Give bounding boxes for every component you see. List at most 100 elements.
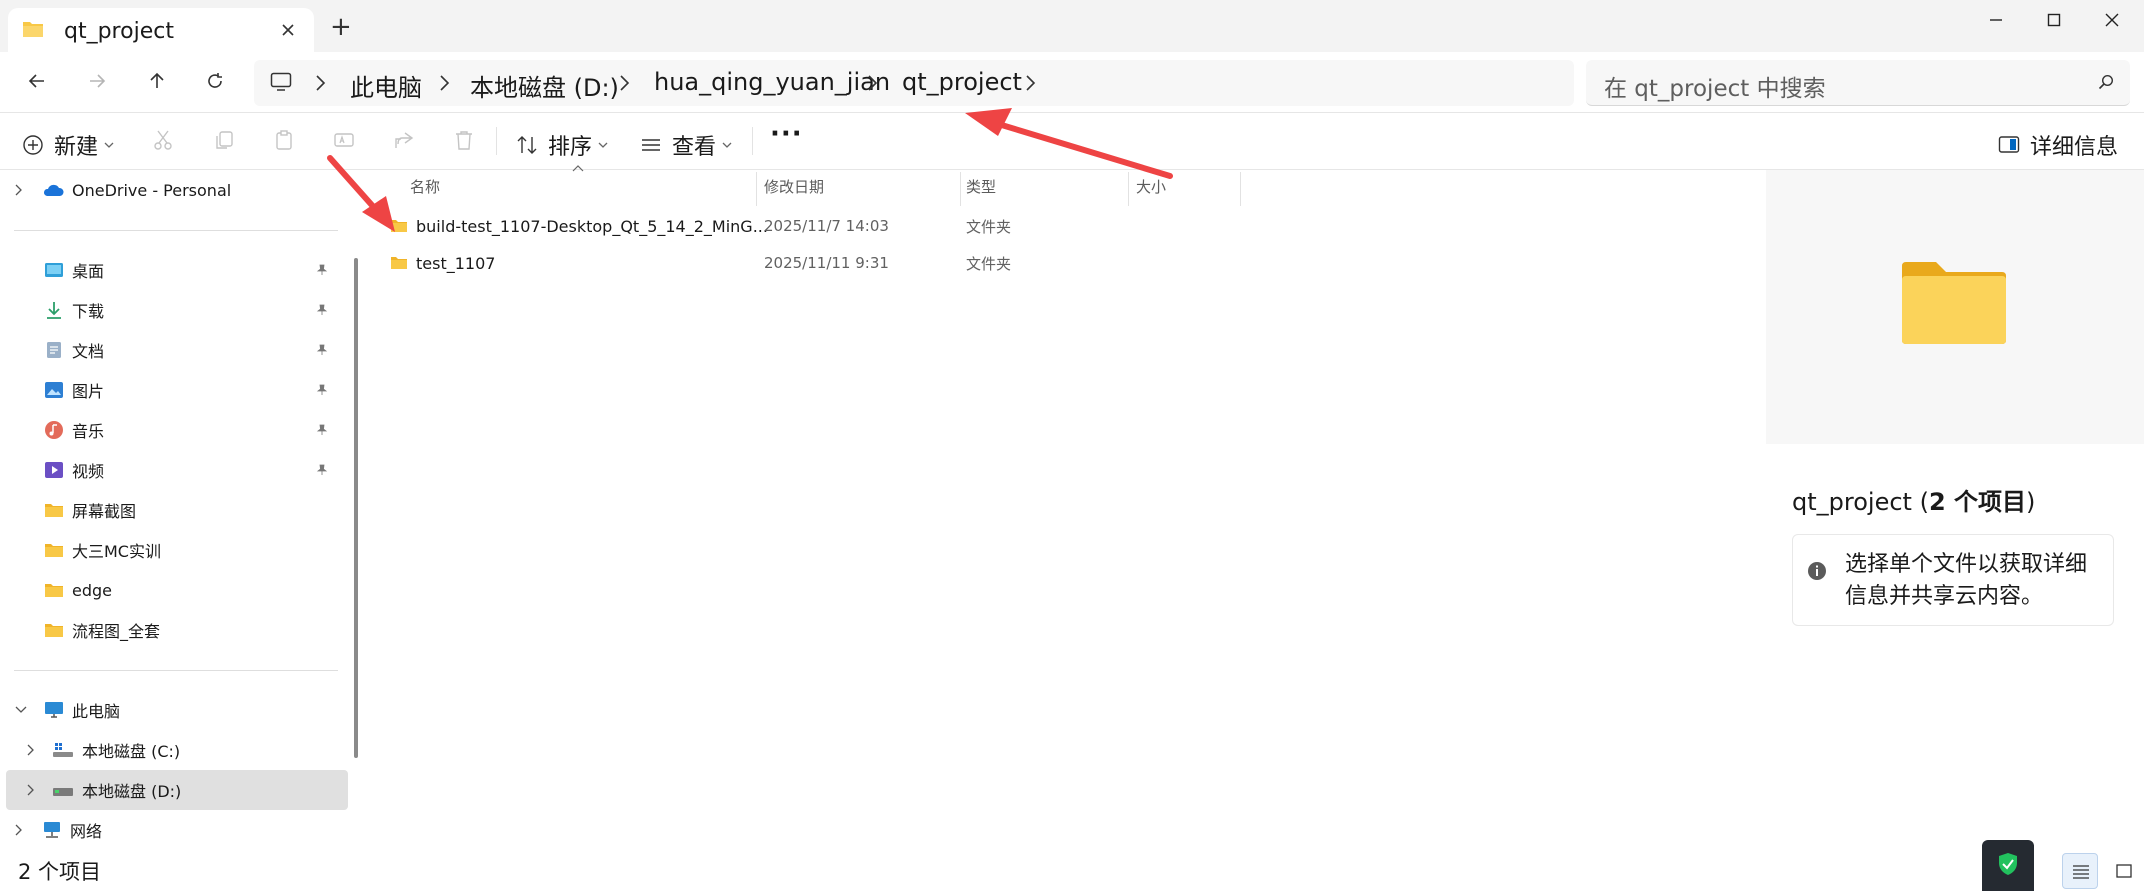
sidebar-item-pictures[interactable]: 图片 xyxy=(44,372,344,408)
sidebar-item-mc-training[interactable]: 大三MC实训 xyxy=(44,532,161,568)
details-pane-button[interactable]: 详细信息 xyxy=(1998,129,2118,161)
file-modified: 2025/11/11 9:31 xyxy=(764,254,889,272)
music-icon xyxy=(44,420,64,440)
paste-icon[interactable] xyxy=(273,129,295,151)
file-list: 名称 修改日期 类型 大小 build-test_1107-Desktop_Qt… xyxy=(370,165,1766,850)
address-bar[interactable]: 此电脑 本地磁盘 (D:) hua_qing_yuan_jian qt_proj… xyxy=(254,60,1574,106)
file-name: test_1107 xyxy=(416,253,496,273)
tab-qt-project[interactable]: qt_project xyxy=(8,8,314,52)
list-view-icon xyxy=(2072,864,2090,880)
column-header-modified[interactable]: 修改日期 xyxy=(764,176,824,197)
details-label: 详细信息 xyxy=(2030,135,2119,160)
sidebar-item-network[interactable]: 网络 xyxy=(14,812,102,848)
sort-icon xyxy=(516,134,540,156)
forward-button[interactable] xyxy=(72,56,122,106)
pin-icon[interactable] xyxy=(316,304,328,316)
pin-icon[interactable] xyxy=(316,344,328,356)
view-button[interactable]: 查看 xyxy=(640,129,732,161)
rename-icon[interactable] xyxy=(333,129,355,151)
close-tab-icon[interactable] xyxy=(280,22,296,38)
breadcrumb-this-pc[interactable]: 此电脑 xyxy=(350,68,422,103)
command-bar: 新建 排序 查看 ··· 详细信息 xyxy=(0,112,2144,170)
shield-check-icon xyxy=(1997,852,2019,876)
chevron-right-icon[interactable] xyxy=(14,823,24,837)
sidebar-scrollbar[interactable] xyxy=(354,258,358,758)
back-button[interactable] xyxy=(12,56,62,106)
sidebar-item-onedrive[interactable]: OneDrive - Personal xyxy=(14,172,231,208)
table-row[interactable]: test_1107 2025/11/11 9:31 文件夹 xyxy=(390,247,1590,279)
sidebar-item-screenshots[interactable]: 屏幕截图 xyxy=(44,492,136,528)
monitor-icon xyxy=(270,72,292,92)
cut-icon[interactable] xyxy=(152,129,174,151)
pin-icon[interactable] xyxy=(316,384,328,396)
close-window-button[interactable] xyxy=(2082,0,2142,40)
preview-area xyxy=(1766,170,2144,444)
sidebar-item-label: edge xyxy=(72,580,112,600)
back-arrow-icon xyxy=(27,71,47,91)
chevron-right-icon[interactable] xyxy=(438,74,450,92)
column-divider[interactable] xyxy=(756,172,757,206)
picture-icon xyxy=(44,381,64,399)
details-view-button[interactable] xyxy=(2062,853,2098,889)
sidebar-item-drive-c[interactable]: 本地磁盘 (C:) xyxy=(26,732,180,768)
chevron-right-icon[interactable] xyxy=(314,74,326,92)
sidebar-item-edge[interactable]: edge xyxy=(44,572,112,608)
column-header-size[interactable]: 大小 xyxy=(1136,176,1166,197)
column-header-type[interactable]: 类型 xyxy=(966,176,996,197)
chevron-right-icon[interactable] xyxy=(618,74,630,92)
refresh-button[interactable] xyxy=(190,56,240,106)
file-type: 文件夹 xyxy=(966,254,1012,273)
minimize-button[interactable] xyxy=(1966,0,2026,40)
folder-icon xyxy=(390,219,408,233)
delete-icon[interactable] xyxy=(453,129,475,151)
column-header-name[interactable]: 名称 xyxy=(410,176,440,197)
column-divider[interactable] xyxy=(960,172,961,206)
security-tray-button[interactable] xyxy=(1982,840,2034,891)
info-text: 选择单个文件以获取详细信息并共享云内容。 xyxy=(1845,552,2088,609)
chevron-right-icon[interactable] xyxy=(1024,74,1036,92)
large-icons-view-button[interactable] xyxy=(2106,853,2142,889)
chevron-right-icon[interactable] xyxy=(26,743,36,757)
copy-icon[interactable] xyxy=(213,129,235,151)
file-type: 文件夹 xyxy=(966,217,1012,236)
details-pane-icon xyxy=(1998,135,2020,155)
more-options-button[interactable]: ··· xyxy=(770,119,803,149)
pin-icon[interactable] xyxy=(316,264,328,276)
download-icon xyxy=(44,301,64,319)
file-modified: 2025/11/7 14:03 xyxy=(764,217,889,235)
sort-button[interactable]: 排序 xyxy=(516,129,608,161)
up-button[interactable] xyxy=(132,56,182,106)
share-icon[interactable] xyxy=(393,129,415,151)
breadcrumb-qt-project[interactable]: qt_project xyxy=(902,68,1022,96)
sidebar-item-videos[interactable]: 视频 xyxy=(44,452,344,488)
breadcrumb-drive-d[interactable]: 本地磁盘 (D:) xyxy=(470,68,619,103)
sidebar-item-label: 流程图_全套 xyxy=(72,622,161,641)
sidebar-item-drive-d[interactable]: 本地磁盘 (D:) xyxy=(26,772,181,808)
sidebar-item-downloads[interactable]: 下载 xyxy=(44,292,344,328)
new-tab-button[interactable]: + xyxy=(330,12,352,42)
table-row[interactable]: build-test_1107-Desktop_Qt_5_14_2_MinG..… xyxy=(390,210,1590,242)
sidebar-item-this-pc[interactable]: 此电脑 xyxy=(14,692,120,728)
sort-ascending-icon xyxy=(572,164,584,172)
search-input[interactable]: 在 qt_project 中搜索 xyxy=(1586,60,2130,106)
chevron-right-icon[interactable] xyxy=(14,183,24,197)
pin-icon[interactable] xyxy=(316,464,328,476)
info-card: 选择单个文件以获取详细信息并共享云内容。 xyxy=(1792,534,2114,626)
sidebar-item-music[interactable]: 音乐 xyxy=(44,412,344,448)
pin-icon[interactable] xyxy=(316,424,328,436)
maximize-button[interactable] xyxy=(2024,0,2084,40)
cloud-icon xyxy=(42,183,64,197)
chevron-right-icon[interactable] xyxy=(26,783,36,797)
column-divider[interactable] xyxy=(1240,172,1241,206)
forward-arrow-icon xyxy=(87,71,107,91)
sidebar-item-desktop[interactable]: 桌面 xyxy=(44,252,344,288)
breadcrumb-hua-qing-yuan-jian[interactable]: hua_qing_yuan_jian xyxy=(654,68,890,96)
chevron-right-icon[interactable] xyxy=(866,74,878,92)
new-button[interactable]: 新建 xyxy=(22,129,114,161)
search-icon[interactable] xyxy=(2098,74,2114,90)
navigation-pane: OneDrive - Personal 桌面 下载 文档 图片 音乐 视频 屏幕… xyxy=(0,170,356,850)
sidebar-item-documents[interactable]: 文档 xyxy=(44,332,344,368)
sidebar-item-flowcharts[interactable]: 流程图_全套 xyxy=(44,612,160,648)
chevron-down-icon[interactable] xyxy=(14,705,28,715)
column-divider[interactable] xyxy=(1128,172,1129,206)
